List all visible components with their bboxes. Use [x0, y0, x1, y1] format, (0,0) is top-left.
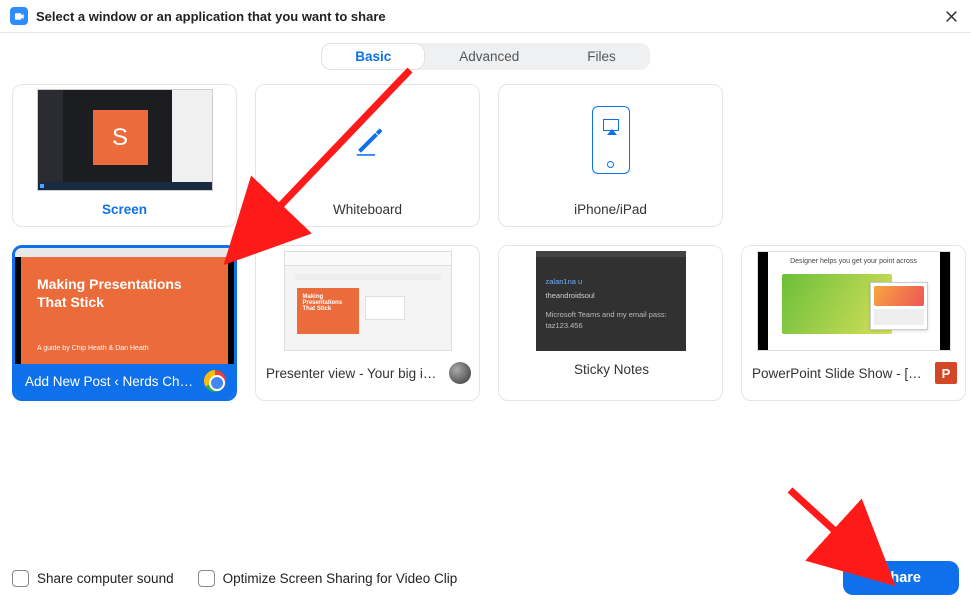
tile-chrome-label: Add New Post ‹ Nerds Chalk — … [25, 374, 198, 389]
chrome-icon [204, 370, 226, 392]
dialog-header: Select a window or an application that y… [0, 0, 971, 33]
thumb-sticky-notes: zalan1na u theandroidsoul Microsoft Team… [499, 246, 722, 356]
tile-iphone-label: iPhone/iPad [499, 195, 722, 226]
thumb-powerpoint: Designer helps you get your point across [742, 246, 965, 356]
checkbox-share-sound-label: Share computer sound [37, 571, 174, 586]
tab-advanced[interactable]: Advanced [425, 43, 553, 70]
tile-screen[interactable]: S Screen [12, 84, 237, 227]
powerpoint-icon: P [935, 362, 957, 384]
tile-screen-label: Screen [13, 195, 236, 226]
dialog-title: Select a window or an application that y… [36, 9, 941, 24]
checkbox-box [12, 570, 29, 587]
tab-basic[interactable]: Basic [321, 43, 425, 70]
tile-presenter-label: Presenter view - Your big idea - G… [266, 366, 443, 381]
tile-sticky-notes[interactable]: zalan1na u theandroidsoul Microsoft Team… [498, 245, 723, 401]
sphere-icon [449, 362, 471, 384]
thumb-presenter-view: Making Presentations That Stick [256, 246, 479, 356]
share-grid: S Screen Whiteboard iPhone/iPad [0, 84, 971, 401]
share-button[interactable]: Share [843, 561, 959, 595]
tile-iphone-ipad[interactable]: iPhone/iPad [498, 84, 723, 227]
pen-icon [256, 85, 479, 195]
tab-bar: Basic Advanced Files [0, 33, 971, 84]
checkbox-box [198, 570, 215, 587]
tile-powerpoint-label: PowerPoint Slide Show - [Present… [752, 366, 929, 381]
airplay-icon [499, 85, 722, 195]
close-button[interactable] [941, 6, 961, 26]
checkbox-optimize-label: Optimize Screen Sharing for Video Clip [223, 571, 458, 586]
thumb-chrome-window: Making Presentations That Stick A guide … [15, 248, 234, 364]
footer: Share computer sound Optimize Screen Sha… [0, 551, 971, 607]
tile-whiteboard[interactable]: Whiteboard [255, 84, 480, 227]
tile-presenter-view[interactable]: Making Presentations That Stick Presente… [255, 245, 480, 401]
tab-files[interactable]: Files [553, 43, 650, 70]
thumb-screen: S [13, 85, 236, 195]
checkbox-optimize-video[interactable]: Optimize Screen Sharing for Video Clip [198, 570, 458, 587]
zoom-icon [10, 7, 28, 25]
tile-whiteboard-label: Whiteboard [256, 195, 479, 226]
tile-powerpoint[interactable]: Designer helps you get your point across… [741, 245, 966, 401]
tile-chrome-window[interactable]: Making Presentations That Stick A guide … [12, 245, 237, 401]
tile-sticky-label: Sticky Notes [574, 362, 649, 377]
checkbox-share-sound[interactable]: Share computer sound [12, 570, 174, 587]
